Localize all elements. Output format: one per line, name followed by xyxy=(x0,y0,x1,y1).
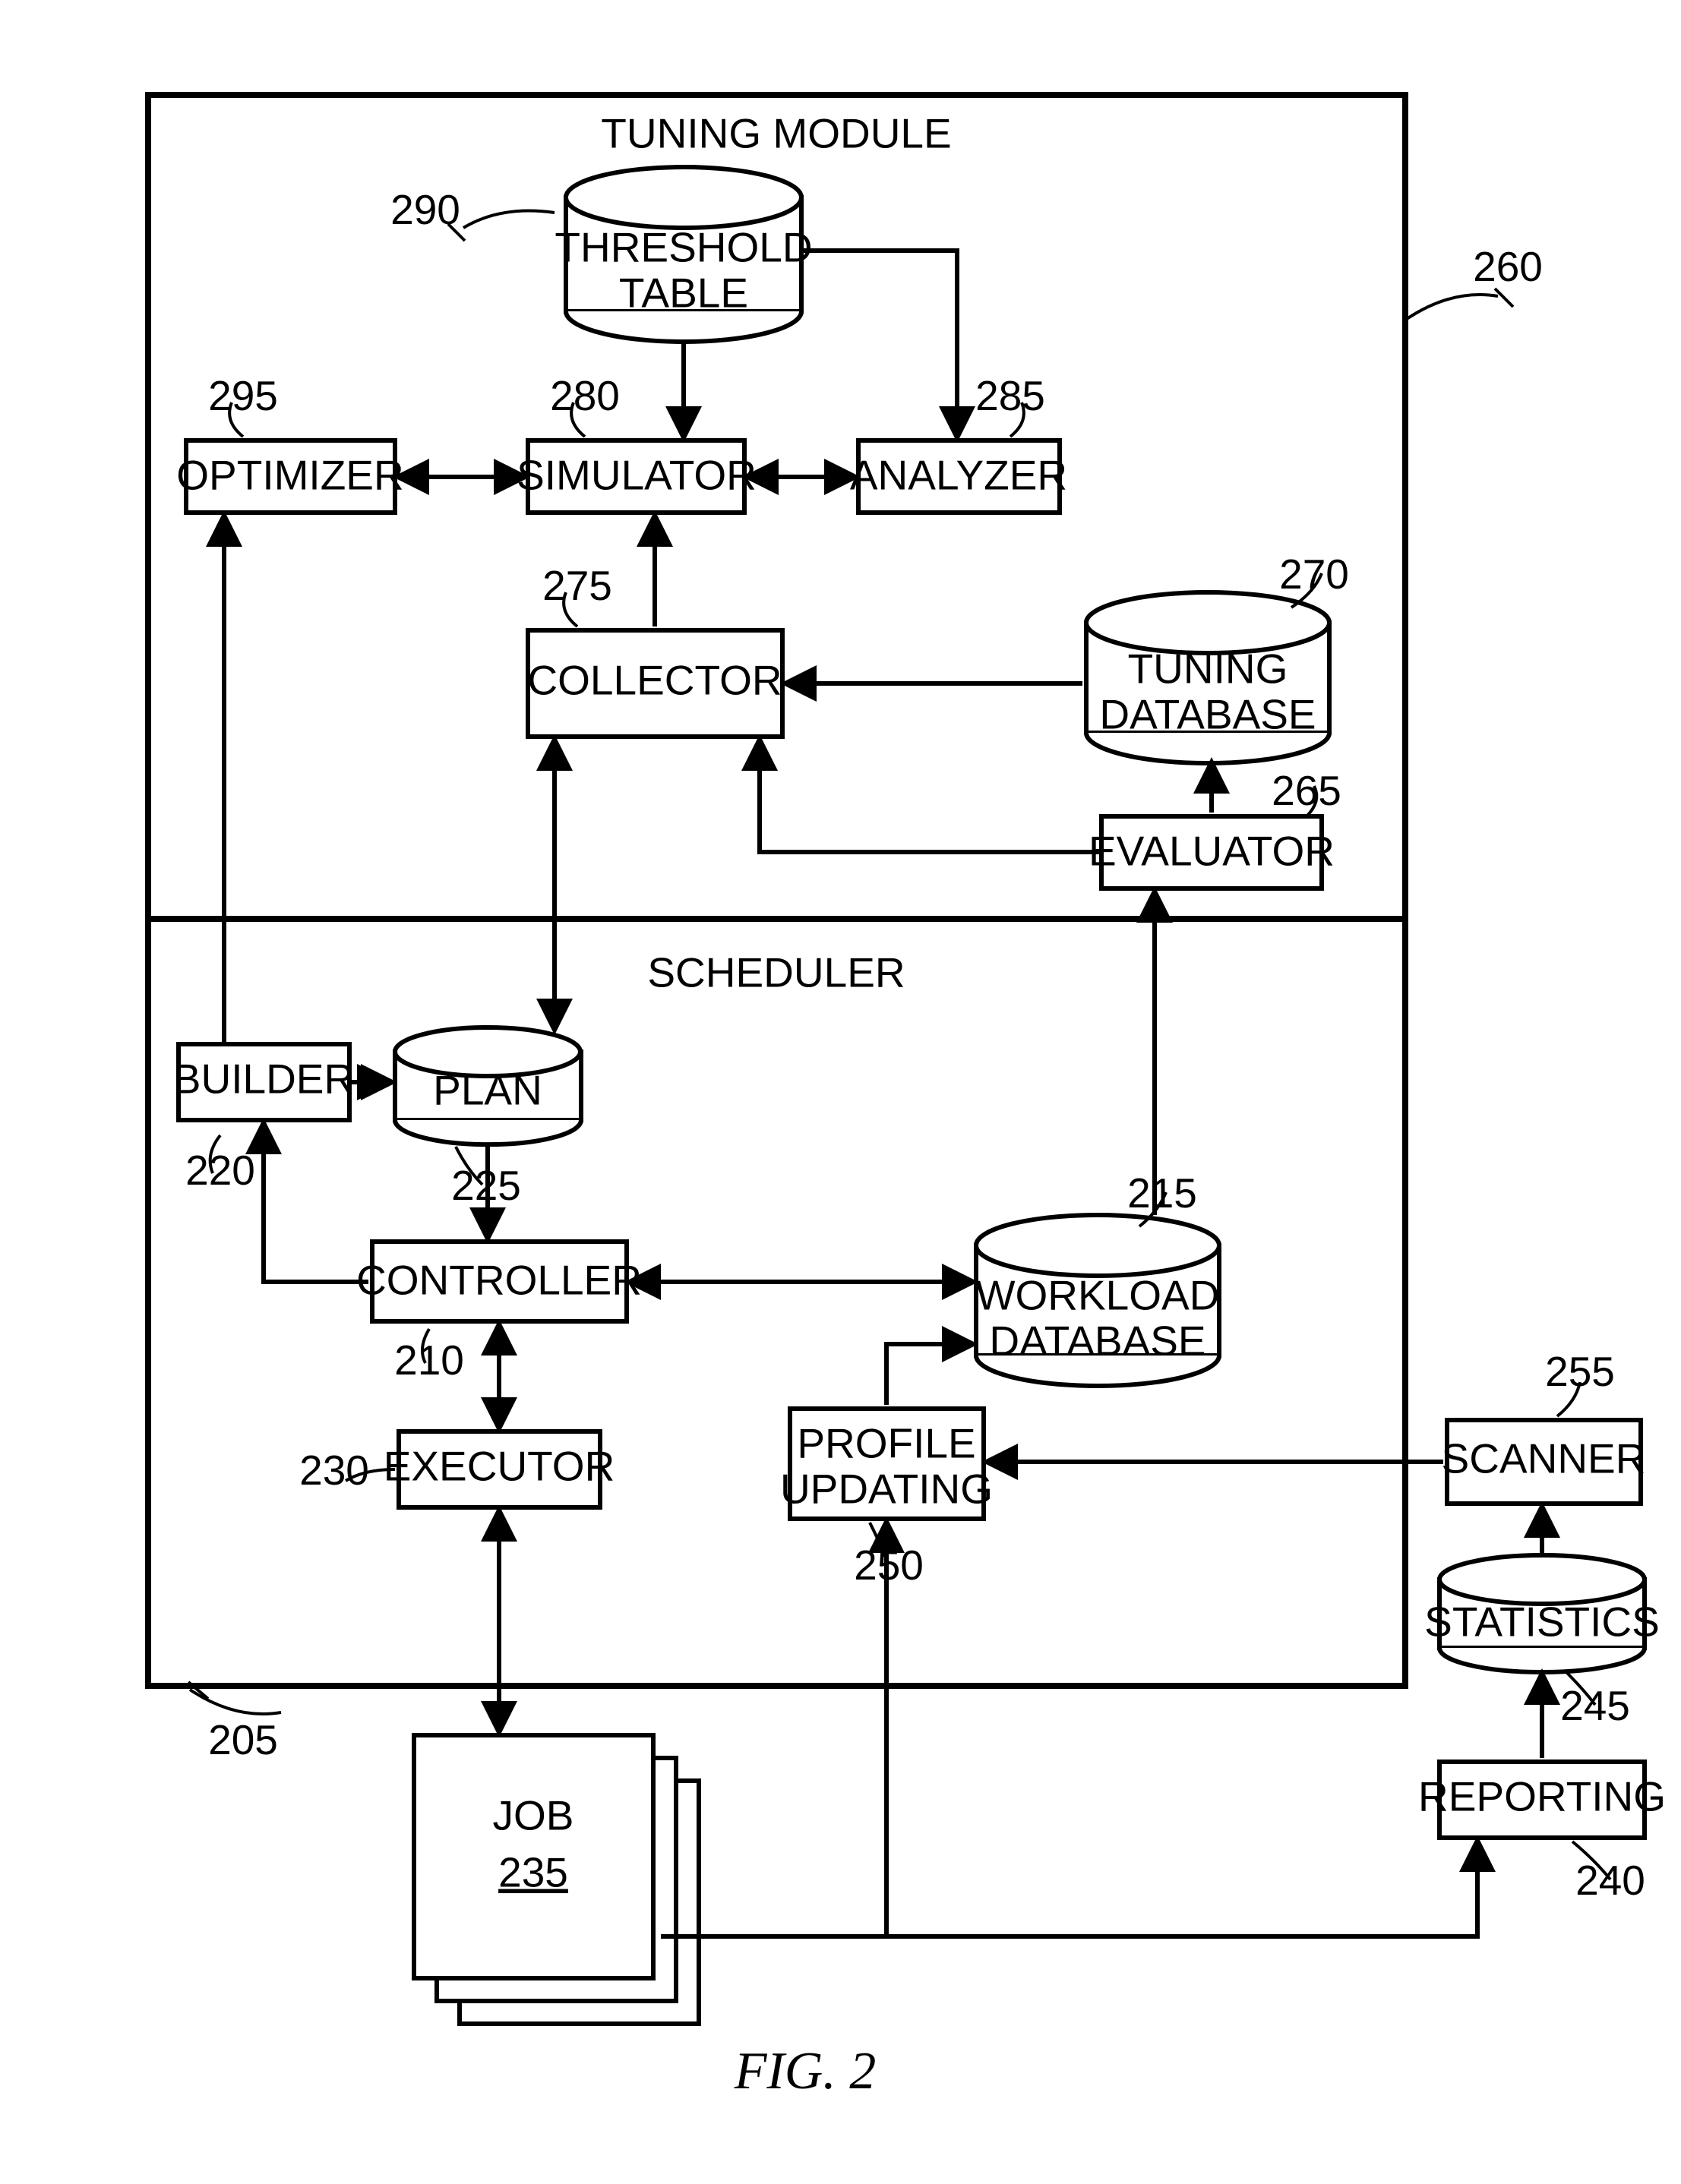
ref-285: 285 xyxy=(975,372,1045,419)
svg-text:DATABASE: DATABASE xyxy=(1099,691,1316,738)
tuning-db: TUNING DATABASE xyxy=(1086,592,1329,763)
ref-210: 210 xyxy=(394,1337,464,1384)
executor-label: EXECUTOR xyxy=(384,1443,615,1490)
svg-text:TABLE: TABLE xyxy=(619,270,748,317)
controller-label: CONTROLLER xyxy=(356,1257,642,1304)
ref-275: 275 xyxy=(542,562,612,609)
tuning-module-title: TUNING MODULE xyxy=(601,110,951,157)
statistics-db: STATISTICS xyxy=(1424,1555,1660,1672)
svg-text:STATISTICS: STATISTICS xyxy=(1424,1599,1660,1646)
ref-240: 240 xyxy=(1575,1857,1645,1904)
collector-label: COLLECTOR xyxy=(527,657,782,704)
evaluator-label: EVALUATOR xyxy=(1089,828,1335,875)
profile-updating-l2: UPDATING xyxy=(780,1466,993,1513)
ref-270: 270 xyxy=(1279,551,1349,598)
ref-280: 280 xyxy=(550,372,620,419)
scanner-label: SCANNER xyxy=(1442,1435,1646,1482)
builder-label: BUILDER xyxy=(173,1056,354,1103)
svg-text:PLAN: PLAN xyxy=(433,1067,542,1114)
job-doc: JOB 235 xyxy=(414,1735,699,2024)
figure-caption: FIG. 2 xyxy=(734,2042,877,2100)
plan-db: PLAN xyxy=(395,1027,581,1144)
svg-text:WORKLOAD: WORKLOAD xyxy=(976,1272,1220,1319)
svg-text:235: 235 xyxy=(498,1849,568,1896)
optimizer-label: OPTIMIZER xyxy=(176,452,403,499)
svg-text:THRESHOLD: THRESHOLD xyxy=(555,224,812,271)
svg-text:TUNING: TUNING xyxy=(1128,645,1288,693)
ref-215: 215 xyxy=(1127,1169,1197,1217)
ref-245: 245 xyxy=(1560,1682,1630,1729)
profile-updating-l1: PROFILE xyxy=(797,1420,975,1467)
ref-230: 230 xyxy=(299,1447,369,1494)
ref-295: 295 xyxy=(208,372,278,419)
scheduler-title: SCHEDULER xyxy=(647,949,905,996)
ref-265: 265 xyxy=(1272,767,1341,814)
threshold-table-db: THRESHOLD TABLE xyxy=(555,167,812,342)
simulator-label: SIMULATOR xyxy=(517,452,757,499)
workload-db: WORKLOAD DATABASE xyxy=(976,1215,1220,1386)
ref-260: 260 xyxy=(1473,243,1543,290)
analyzer-label: ANALYZER xyxy=(850,452,1067,499)
svg-text:JOB: JOB xyxy=(493,1792,574,1839)
reporting-label: REPORTING xyxy=(1418,1773,1666,1820)
ref-205: 205 xyxy=(208,1716,278,1763)
svg-text:DATABASE: DATABASE xyxy=(989,1318,1205,1365)
ref-290: 290 xyxy=(390,186,460,233)
ref-220: 220 xyxy=(185,1147,255,1194)
